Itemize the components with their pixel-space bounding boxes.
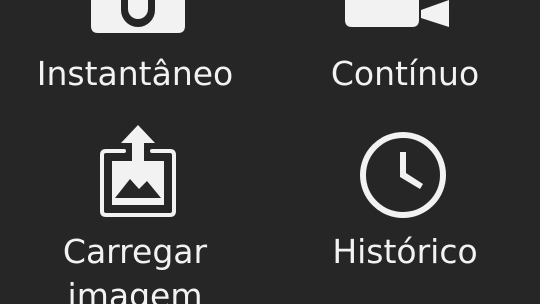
upload-label-line1: Carregar: [62, 232, 208, 271]
continuous-button[interactable]: Contínuo: [270, 0, 540, 100]
clock-icon: [360, 132, 446, 218]
options-screen: Instantâneo Contínuo Carregar imagem His…: [0, 0, 540, 304]
history-button[interactable]: Histórico: [270, 120, 540, 304]
camera-icon: [91, 0, 185, 33]
upload-label-line2: imagem: [67, 276, 203, 304]
history-label: Histórico: [332, 232, 478, 271]
snapshot-button[interactable]: Instantâneo: [0, 0, 270, 100]
snapshot-label: Instantâneo: [36, 54, 234, 93]
upload-image-icon: [100, 125, 176, 217]
continuous-label: Contínuo: [330, 54, 480, 93]
upload-image-button[interactable]: Carregar imagem: [0, 120, 270, 304]
video-camera-icon: [345, 0, 449, 27]
